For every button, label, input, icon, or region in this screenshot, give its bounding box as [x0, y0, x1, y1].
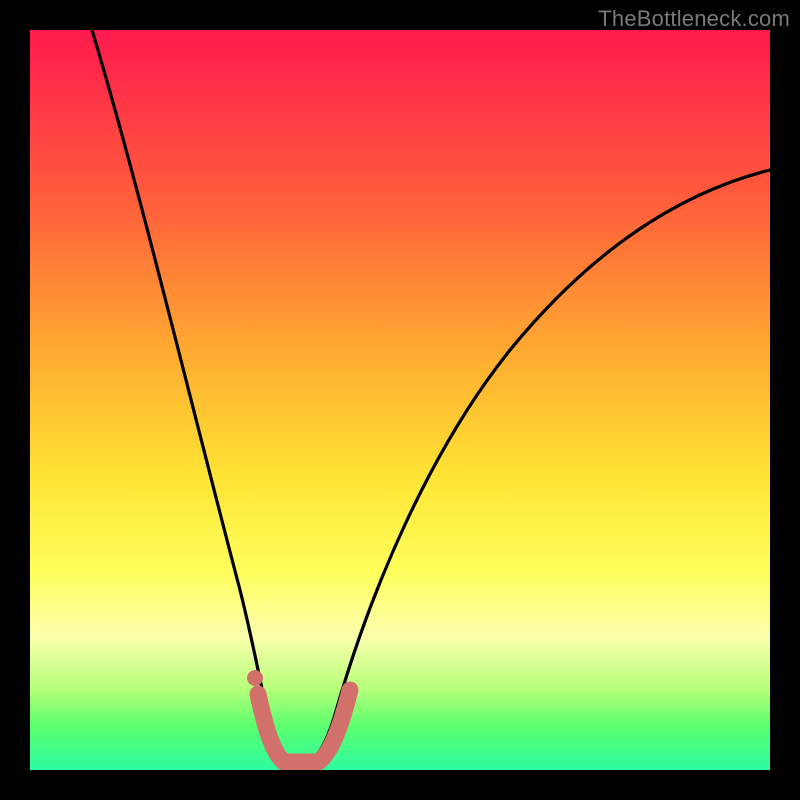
highlight-band-left — [258, 694, 284, 762]
curve-svg — [30, 30, 770, 770]
bottleneck-curve-right — [334, 170, 770, 718]
watermark-text: TheBottleneck.com — [598, 6, 790, 32]
highlight-band-right — [318, 690, 350, 762]
plot-area — [30, 30, 770, 770]
chart-frame: TheBottleneck.com — [0, 0, 800, 800]
bottleneck-curve-left — [92, 30, 268, 718]
highlight-start-dot — [247, 670, 263, 686]
